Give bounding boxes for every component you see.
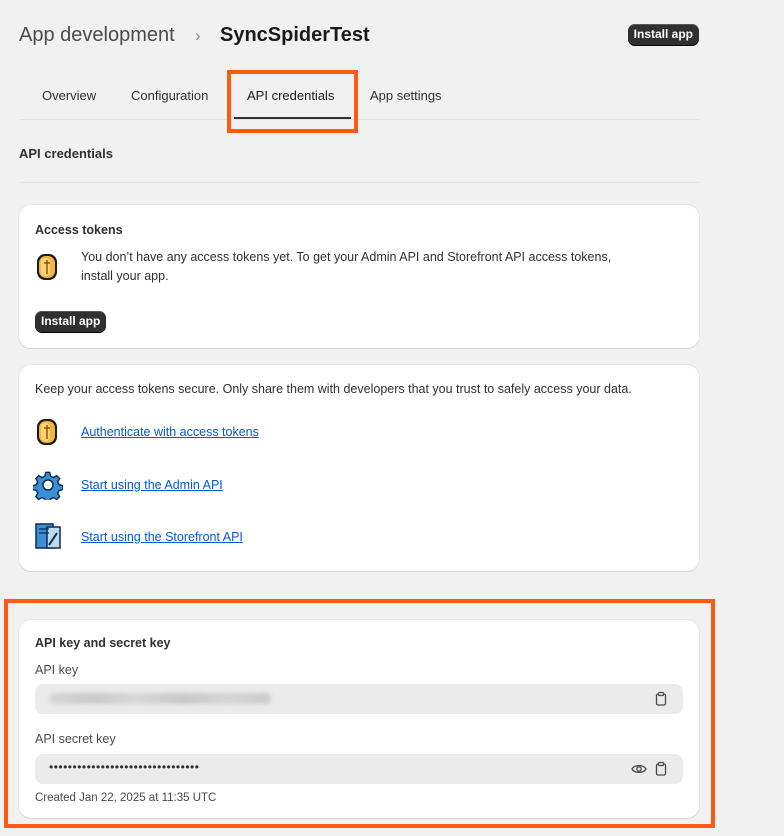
breadcrumb-parent[interactable]: App development: [19, 24, 175, 47]
storefront-api-link[interactable]: Start using the Storefront API: [81, 530, 243, 544]
tab-app-settings[interactable]: App settings: [370, 88, 442, 103]
install-app-inline-button[interactable]: Install app: [35, 311, 107, 332]
tab-overview[interactable]: Overview: [42, 88, 96, 103]
authenticate-link[interactable]: Authenticate with access tokens: [81, 425, 259, 439]
api-keys-highlight-box: [4, 599, 715, 828]
page-header: App development › SyncSpiderTest Install…: [19, 22, 699, 52]
section-title: API credentials: [19, 146, 113, 161]
admin-api-link[interactable]: Start using the Admin API: [81, 478, 223, 492]
tab-bar: Overview Configuration API credentials A…: [19, 78, 699, 120]
resources-card: Keep your access tokens secure. Only sha…: [19, 365, 699, 571]
tab-configuration[interactable]: Configuration: [131, 88, 208, 103]
access-tokens-message-line1: You don’t have any access tokens yet. To…: [81, 250, 612, 264]
access-tokens-message-line2: install your app.: [81, 269, 169, 283]
gear-icon: [33, 471, 63, 500]
divider: [19, 182, 699, 183]
install-app-button[interactable]: Install app: [627, 24, 699, 45]
breadcrumb-separator: ›: [195, 26, 201, 45]
access-tokens-heading: Access tokens: [35, 223, 123, 237]
page-title: SyncSpiderTest: [220, 24, 370, 46]
tab-highlight-box: [227, 70, 358, 133]
security-notice: Keep your access tokens secure. Only sha…: [35, 382, 632, 396]
coin-icon: [37, 254, 57, 280]
access-tokens-card: Access tokens You don’t have any access …: [19, 205, 699, 348]
coin-icon: [37, 419, 57, 445]
storefront-icon: [35, 523, 61, 549]
